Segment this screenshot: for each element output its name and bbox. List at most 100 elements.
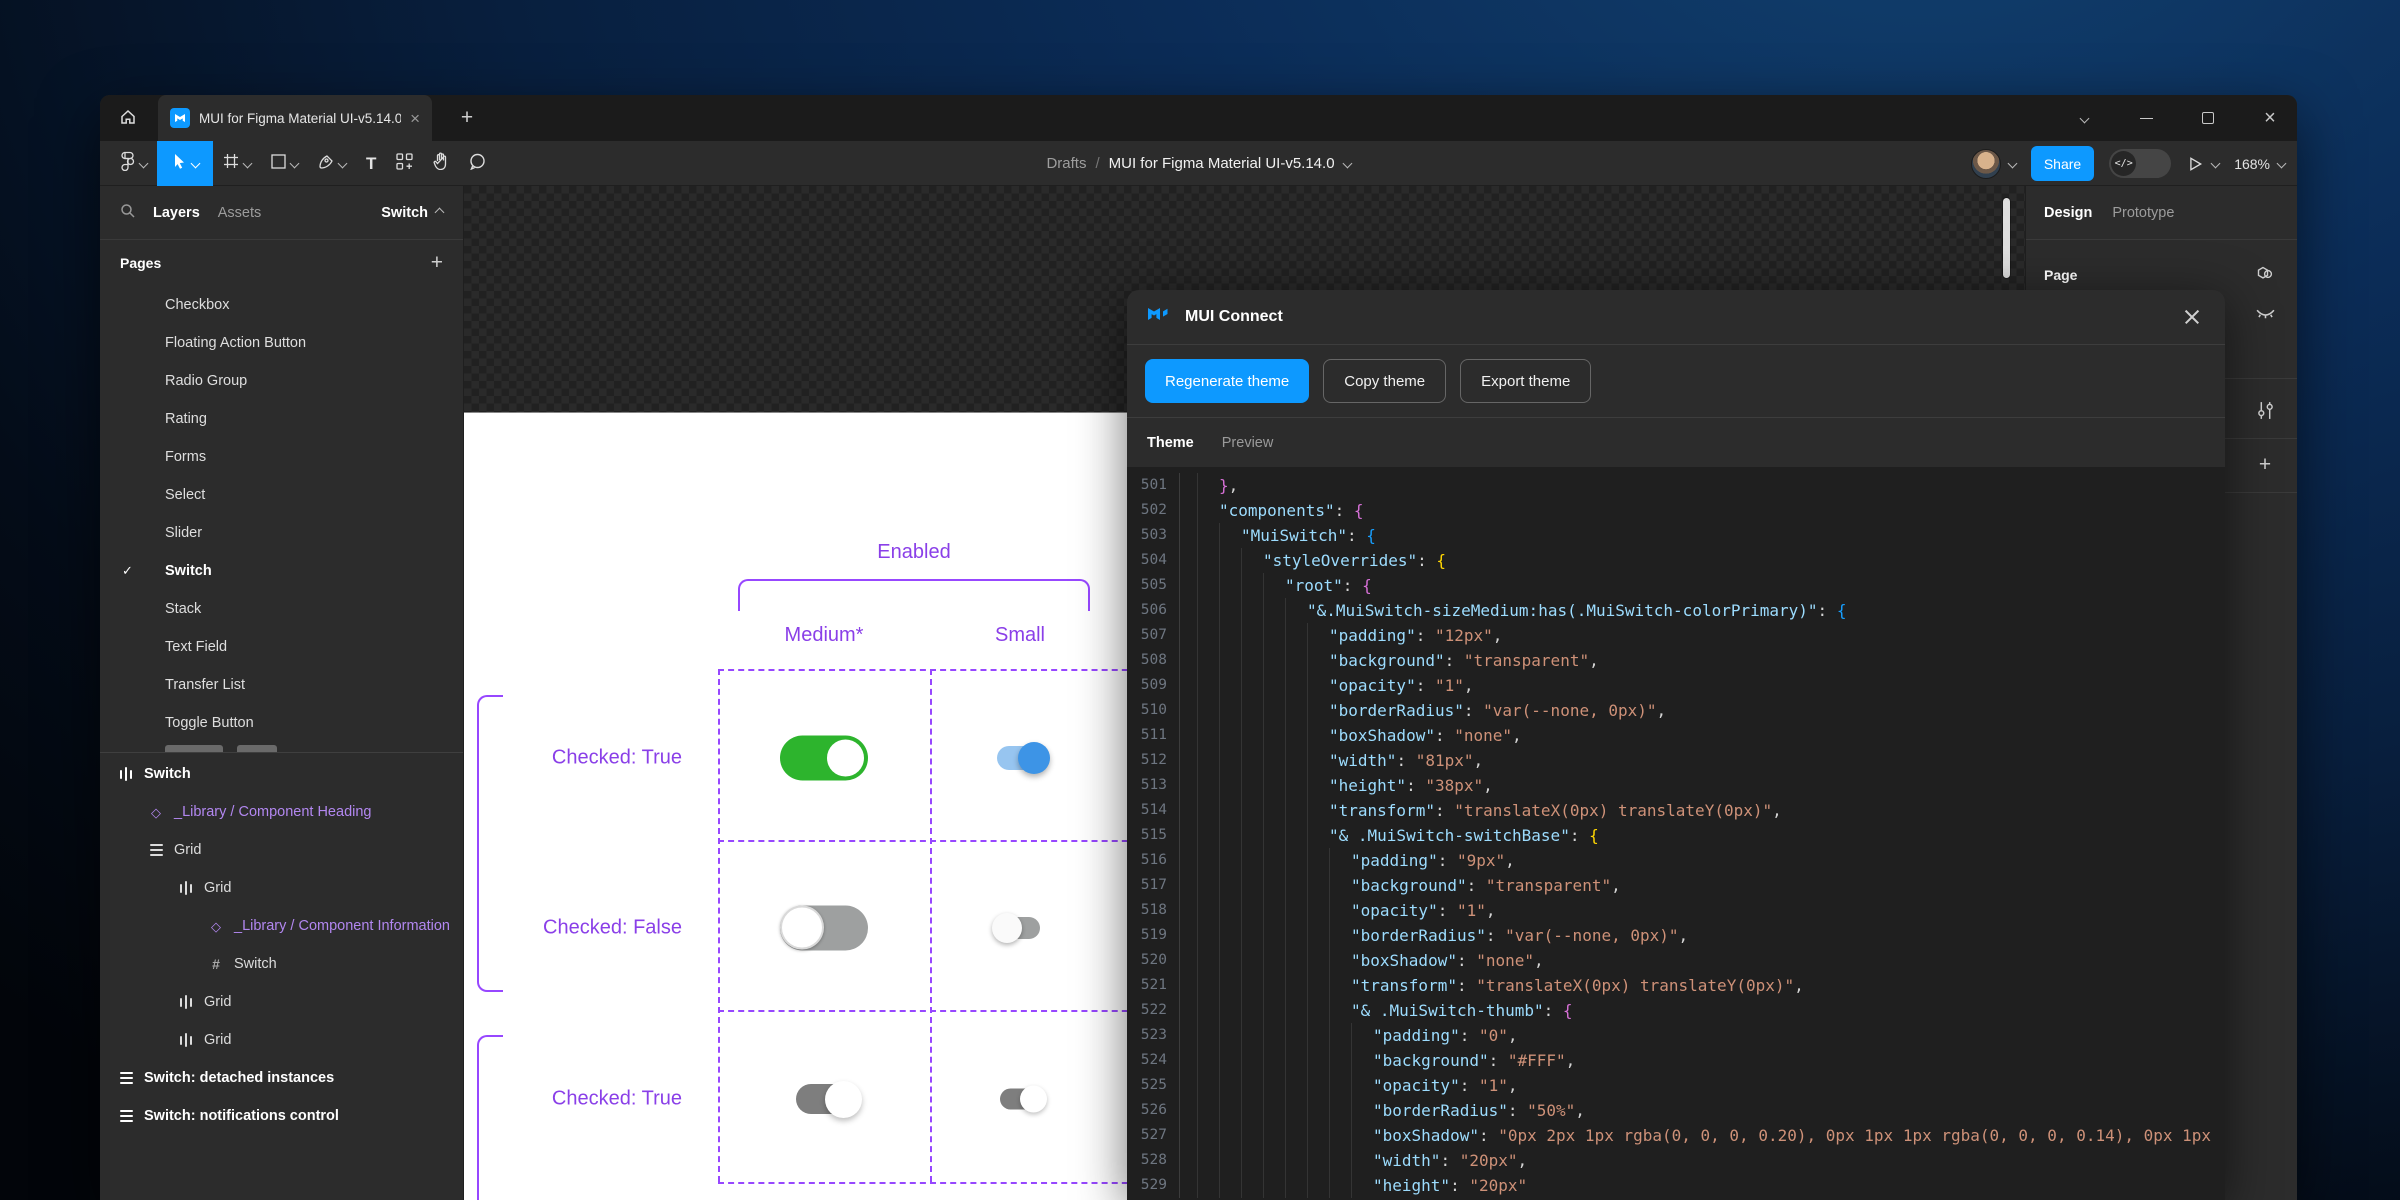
dev-mode-toggle[interactable]: </> (2109, 149, 2171, 178)
tab-design[interactable]: Design (2044, 205, 2092, 221)
layer-row[interactable]: ◇_Library / Component Information (100, 907, 463, 945)
layer-row[interactable]: Grid (100, 831, 463, 869)
group-bracket (738, 579, 1090, 611)
move-tool-button[interactable] (157, 141, 213, 186)
search-icon[interactable] (120, 203, 135, 223)
switch-small-checked[interactable] (997, 746, 1043, 770)
page-item-label: Transfer List (165, 677, 245, 693)
layer-row[interactable]: Switch (100, 755, 463, 793)
layer-row[interactable]: #Switch (100, 945, 463, 983)
page-item-label: Slider (165, 525, 202, 541)
code-line: 507"padding": "12px", (1127, 623, 2225, 648)
tab-theme[interactable]: Theme (1147, 435, 1194, 451)
layer-row[interactable]: Grid (100, 983, 463, 1021)
sidebar-page-item[interactable]: Forms (100, 438, 463, 476)
tab-layers[interactable]: Layers (153, 205, 200, 221)
layer-label: Grid (174, 842, 201, 858)
dialog-close-button[interactable] (2179, 304, 2205, 330)
frame-tool-button[interactable] (213, 141, 261, 186)
sidebar-page-item[interactable]: ✓Switch (100, 552, 463, 590)
export-theme-button[interactable]: Export theme (1460, 359, 1591, 403)
auto-layout-horizontal-icon (178, 1033, 194, 1047)
window-close-button[interactable]: × (2261, 109, 2279, 127)
layer-row[interactable]: Grid (100, 1021, 463, 1059)
avatar[interactable] (1971, 149, 2001, 179)
present-button[interactable] (2186, 155, 2219, 173)
switch-medium-checked[interactable] (780, 736, 868, 781)
text-tool-button[interactable]: T (356, 141, 386, 186)
clipped-page-item (100, 742, 463, 752)
tab-assets[interactable]: Assets (218, 205, 262, 221)
current-page-indicator[interactable]: Switch (381, 205, 443, 221)
zoom-menu[interactable]: 168% (2234, 156, 2285, 172)
code-line: 508"background": "transparent", (1127, 648, 2225, 673)
page-color-icon[interactable] (2254, 264, 2276, 286)
sidebar-page-item[interactable]: Transfer List (100, 666, 463, 704)
breadcrumb-chevron-icon[interactable] (1342, 159, 1352, 169)
figma-menu-icon (120, 151, 135, 176)
eye-closed-icon[interactable] (2254, 303, 2276, 325)
code-line: 506"&.MuiSwitch-sizeMedium:has(.MuiSwitc… (1127, 598, 2225, 623)
share-button[interactable]: Share (2031, 146, 2094, 181)
breadcrumb-project[interactable]: Drafts (1046, 155, 1086, 172)
code-line: 501}, (1127, 473, 2225, 498)
sidebar-page-item[interactable]: Rating (100, 400, 463, 438)
layer-row[interactable]: Switch: detached instances (100, 1059, 463, 1097)
page-item-label: Text Field (165, 639, 227, 655)
hand-tool-button[interactable] (423, 141, 459, 186)
row-group-bracket (477, 1035, 503, 1200)
tab-prototype[interactable]: Prototype (2112, 205, 2174, 221)
switch-small-unchecked[interactable] (1000, 917, 1040, 939)
main-menu-button[interactable] (110, 141, 157, 186)
code-line: 515"& .MuiSwitch-switchBase": { (1127, 823, 2225, 848)
add-page-button[interactable]: + (431, 251, 443, 275)
shape-tool-button[interactable] (261, 141, 308, 186)
window-minimize-button[interactable] (2137, 109, 2155, 127)
auto-layout-horizontal-icon (178, 881, 194, 895)
tab-preview[interactable]: Preview (1222, 435, 1274, 451)
home-button[interactable] (112, 103, 144, 135)
add-style-icon[interactable]: + (2254, 454, 2276, 476)
actions-tool-button[interactable] (386, 141, 423, 186)
switch-medium-unchecked[interactable] (780, 906, 868, 951)
window-maximize-button[interactable] (2199, 109, 2217, 127)
layer-row[interactable]: ◇_Library / Component Heading (100, 793, 463, 831)
window-menu-chevron-icon[interactable] (2075, 109, 2093, 127)
sidebar-page-item[interactable]: Floating Action Button (100, 324, 463, 362)
new-tab-button[interactable]: + (452, 103, 482, 133)
sidebar-page-item[interactable]: Select (100, 476, 463, 514)
layer-label: _Library / Component Information (234, 918, 450, 934)
column-header-small: Small (995, 624, 1045, 647)
regenerate-theme-button[interactable]: Regenerate theme (1145, 359, 1309, 403)
frame-tool-icon (223, 153, 239, 174)
column-header-medium: Medium* (785, 624, 864, 647)
layer-row[interactable]: Grid (100, 869, 463, 907)
layer-label: Grid (204, 880, 231, 896)
auto-layout-vertical-icon (118, 1072, 134, 1085)
pen-tool-button[interactable] (308, 141, 356, 186)
sidebar-page-item[interactable]: Slider (100, 514, 463, 552)
page-section-label: Page (2044, 267, 2077, 283)
layer-row[interactable]: Switch: notifications control (100, 1097, 463, 1135)
sidebar-page-item[interactable]: Text Field (100, 628, 463, 666)
file-tab[interactable]: MUI for Figma Material UI-v5.14.0 × (158, 95, 432, 141)
row-label: Checked: True (504, 747, 682, 770)
switch-small-disabled-checked[interactable] (1000, 1089, 1040, 1110)
zoom-level[interactable]: 168% (2234, 156, 2270, 172)
variables-icon[interactable] (2254, 399, 2276, 421)
column-group-label: Enabled (877, 541, 950, 564)
sidebar-page-item[interactable]: Toggle Button (100, 704, 463, 742)
switch-medium-disabled-checked[interactable] (796, 1084, 852, 1114)
theme-code-editor[interactable]: 501},502"components": {503"MuiSwitch": {… (1127, 467, 2225, 1200)
canvas-vertical-scrollbar[interactable] (2003, 198, 2010, 278)
breadcrumb[interactable]: Drafts / MUI for Figma Material UI-v5.14… (1046, 141, 1350, 186)
copy-theme-button[interactable]: Copy theme (1323, 359, 1446, 403)
tab-close-icon[interactable]: × (410, 110, 420, 127)
sidebar-page-item[interactable]: Checkbox (100, 286, 463, 324)
page-item-label: Checkbox (165, 297, 229, 313)
sidebar-page-item[interactable]: Stack (100, 590, 463, 628)
account-menu[interactable] (1971, 149, 2016, 179)
breadcrumb-file-title[interactable]: MUI for Figma Material UI-v5.14.0 (1109, 155, 1335, 172)
comment-tool-button[interactable] (459, 141, 496, 186)
sidebar-page-item[interactable]: Radio Group (100, 362, 463, 400)
